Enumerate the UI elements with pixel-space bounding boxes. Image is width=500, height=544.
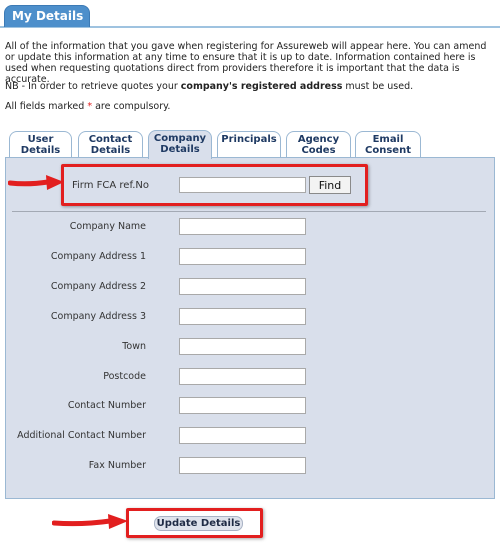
update-details-button[interactable]: Update Details xyxy=(154,516,243,531)
town-input[interactable] xyxy=(179,338,306,355)
tab-user-details[interactable]: User Details xyxy=(9,131,72,158)
additional-contact-number-label: Additional Contact Number xyxy=(17,430,146,441)
company-address-2-label: Company Address 2 xyxy=(50,281,146,292)
tab-principals[interactable]: Principals xyxy=(217,131,281,158)
additional-contact-number-input[interactable] xyxy=(179,427,306,444)
postcode-input[interactable] xyxy=(179,368,306,385)
company-address-1-label: Company Address 1 xyxy=(50,251,146,262)
contact-number-input[interactable] xyxy=(179,397,306,414)
company-address-3-input[interactable] xyxy=(179,308,306,325)
tab-label-line2: Details xyxy=(90,145,131,156)
fax-number-label: Fax Number xyxy=(88,460,146,471)
compulsory-prefix: All fields marked xyxy=(5,101,88,112)
company-address-2-input[interactable] xyxy=(179,278,306,295)
nb-prefix: NB - In order to retrieve quotes your xyxy=(5,81,181,92)
page-title: My Details xyxy=(4,5,90,27)
nb-bold: company's registered address xyxy=(180,81,343,92)
fca-label: Firm FCA ref.No xyxy=(72,180,150,191)
find-button[interactable]: Find xyxy=(309,176,351,194)
section-divider xyxy=(12,211,486,212)
tab-label-line1: Contact xyxy=(88,134,133,145)
compulsory-suffix: are compulsory. xyxy=(92,101,171,112)
company-details-panel xyxy=(5,157,495,499)
tab-label-line1: Principals xyxy=(221,134,277,145)
nb-note: NB - In order to retrieve quotes your co… xyxy=(5,81,413,92)
nb-suffix: must be used. xyxy=(342,81,414,92)
tab-label-line1: User xyxy=(27,134,54,145)
tab-label-line1: Agency xyxy=(297,134,340,145)
arrow-right-icon xyxy=(8,175,64,190)
tab-company-details[interactable]: Company Details xyxy=(148,130,212,159)
tab-agency-codes[interactable]: Agency Codes xyxy=(286,131,351,158)
tab-email-consent[interactable]: Email Consent xyxy=(355,131,421,158)
fax-number-input[interactable] xyxy=(179,457,306,474)
company-address-1-input[interactable] xyxy=(179,248,306,265)
compulsory-note: All fields marked * are compulsory. xyxy=(5,101,170,112)
tab-label-line1: Company xyxy=(153,133,207,144)
fca-ref-input[interactable] xyxy=(179,177,306,193)
tab-label-line2: Details xyxy=(160,144,200,155)
town-label: Town xyxy=(122,341,146,352)
contact-number-label: Contact Number xyxy=(67,400,146,411)
tab-label-line2: Codes xyxy=(301,145,336,156)
tab-label-line1: Email xyxy=(372,134,404,145)
tab-contact-details[interactable]: Contact Details xyxy=(78,131,143,158)
postcode-label: Postcode xyxy=(103,371,146,382)
company-name-input[interactable] xyxy=(179,218,306,235)
intro-text: All of the information that you gave whe… xyxy=(5,41,487,85)
company-name-label: Company Name xyxy=(69,221,146,232)
tab-label-line2: Consent xyxy=(365,145,411,156)
tab-label-line2: Details xyxy=(20,145,61,156)
company-address-3-label: Company Address 3 xyxy=(50,311,146,322)
arrow-right-icon xyxy=(52,514,128,529)
